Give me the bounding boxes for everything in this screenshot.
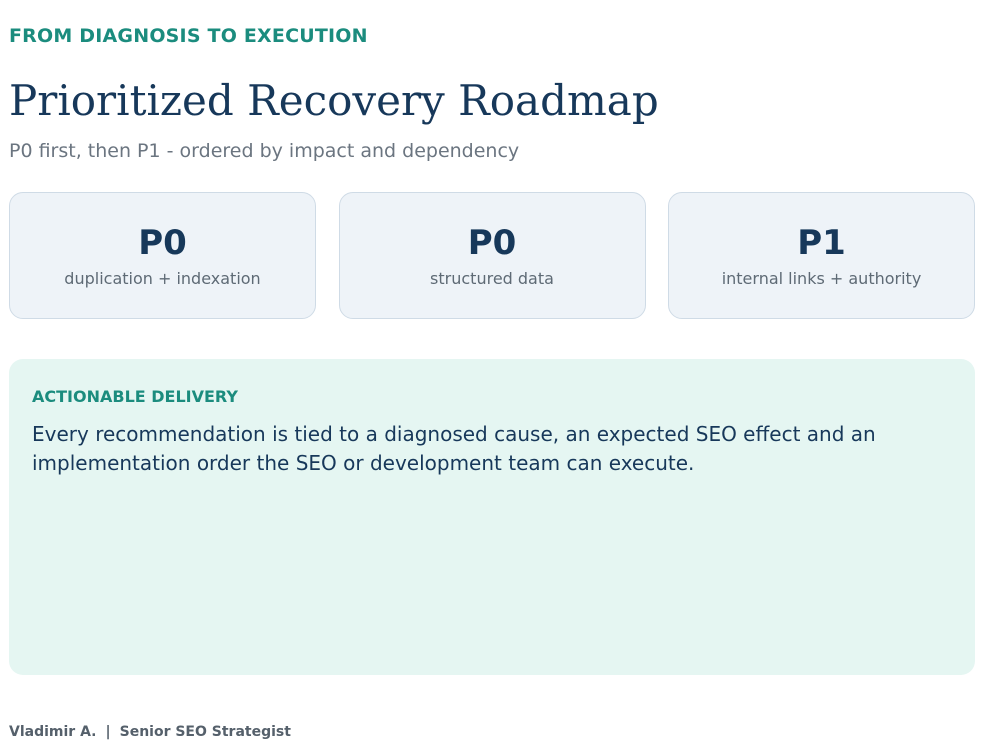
footer-author: Vladimir A. [9,724,97,740]
actionable-delivery-panel: ACTIONABLE DELIVERY Every recommendation… [9,359,975,675]
delivery-label: ACTIONABLE DELIVERY [32,387,238,406]
priority-description: duplication + indexation [64,269,261,288]
priority-level: P0 [138,223,187,263]
slide: FROM DIAGNOSIS TO EXECUTION Prioritized … [9,0,975,749]
page-title: Prioritized Recovery Roadmap [9,76,659,125]
priority-description: internal links + authority [721,269,922,288]
footer-credit: Vladimir A. | Senior SEO Strategist [9,724,291,740]
priority-level: P1 [797,223,846,263]
footer-role: Senior SEO Strategist [119,724,291,740]
priority-description: structured data [430,269,554,288]
eyebrow-label: FROM DIAGNOSIS TO EXECUTION [9,25,368,47]
page-subtitle: P0 first, then P1 - ordered by impact an… [9,140,520,162]
priority-card-structured-data: P0 structured data [338,192,646,319]
delivery-text: Every recommendation is tied to a diagno… [32,422,876,475]
priority-card-duplication: P0 duplication + indexation [9,192,316,319]
priority-level: P0 [467,223,517,263]
priority-card-internal-links: P1 internal links + authority [668,192,975,319]
priority-cards: P0 duplication + indexation P0 structure… [9,192,975,321]
footer-separator: | [105,724,111,740]
